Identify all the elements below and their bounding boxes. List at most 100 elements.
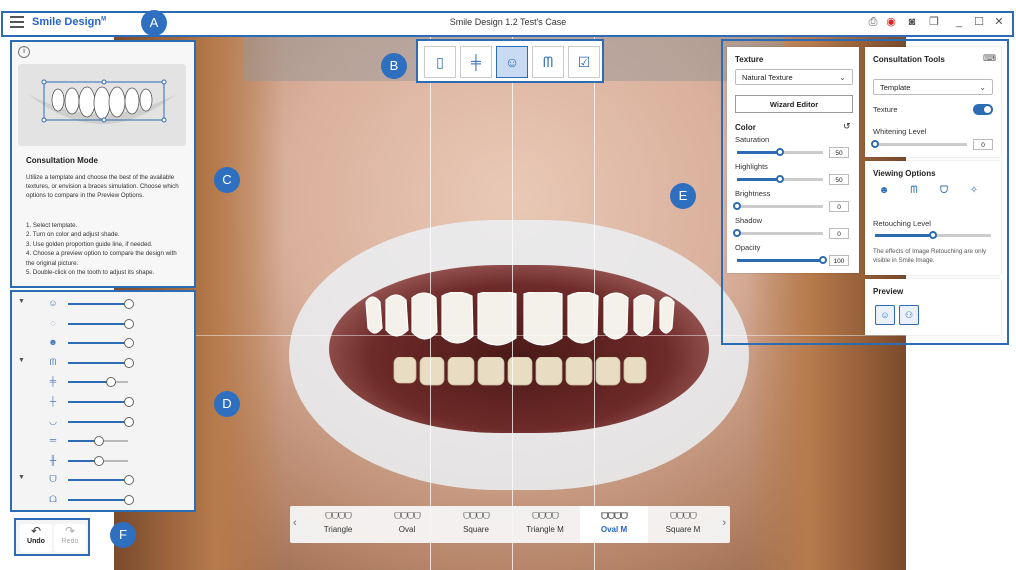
shape-option[interactable]: ᗜᗜᗜᗜ Triangle M [511,506,579,543]
lip-icon[interactable]: ◡ [46,415,60,427]
view-arch-icon[interactable]: ᗜ [933,185,955,205]
reset-icon[interactable]: ↺ [843,121,851,132]
undo-redo-panel: ↶ Undo ↷ Redo [14,518,90,556]
crosshair-icon[interactable]: ┼ [46,395,60,407]
slider-knob[interactable] [106,377,116,388]
slider-track[interactable] [68,397,134,407]
slider-knob[interactable] [124,475,134,486]
view-teeth-icon[interactable]: ᗰ [903,185,925,205]
color-slider-value[interactable]: 50 [829,147,849,158]
arch-icon[interactable]: ᗜ [46,473,60,485]
undo-button[interactable]: ↶ Undo [20,524,52,552]
expand-arrow-icon[interactable]: ▼ [18,357,25,364]
color-slider-knob[interactable] [776,148,784,156]
slider-knob[interactable] [124,318,134,329]
midline-icon[interactable]: ╪ [46,375,60,387]
slider-track[interactable] [68,475,134,486]
view-face-icon[interactable]: ☻ [873,185,895,205]
slider-fill [68,303,128,305]
color-slider-knob[interactable] [819,256,827,264]
tooth-length-icon[interactable]: ╫ [46,454,60,466]
redo-label: Redo [61,538,79,545]
shape-option[interactable]: ᗜᗜᗜᗜ Oval M [580,506,648,543]
color-slider-fill [737,151,780,154]
slider-knob[interactable] [94,436,104,447]
face-outline-icon[interactable]: ◌ [46,317,60,329]
preview-compare-icon[interactable]: ⚇ [899,305,919,325]
color-slider-knob[interactable] [733,229,741,237]
shape-option[interactable]: ᗜᗜᗜᗜ Triangle [304,506,372,543]
whitening-slider-knob[interactable] [871,140,879,148]
redo-button[interactable]: ↷ Redo [54,524,86,552]
expand-arrow-icon[interactable]: ▼ [18,298,25,305]
consultation-tool-button[interactable]: ☺ [496,46,528,78]
shape-prev-icon[interactable]: ‹ [293,517,297,529]
color-slider[interactable] [737,148,823,156]
slider-track[interactable] [68,495,134,505]
teeth-shape-icon: ᗜᗜᗜᗜ [325,511,352,521]
gum-icon[interactable]: ═ [46,434,60,446]
retouching-slider-knob[interactable] [929,231,937,239]
shape-label: Triangle [323,525,353,534]
expand-arrow-icon[interactable]: ▼ [18,474,25,481]
color-slider-value[interactable]: 0 [829,201,849,212]
teeth-row-icon[interactable]: ᗰ [46,356,60,368]
whitening-value[interactable]: 0 [973,139,993,150]
keyboard-icon[interactable]: ⌨ [983,53,996,64]
slider-fill [68,322,128,325]
slider-track[interactable] [68,455,128,466]
color-slider-value[interactable]: 50 [829,174,849,185]
preview-single-icon[interactable]: ☺ [875,305,895,325]
texture-dropdown[interactable]: Natural Texture ⌄ [735,69,853,85]
teeth-shape-icon: ᗜᗜᗜᗜ [670,511,697,521]
wizard-editor-button[interactable]: Wizard Editor [735,95,853,113]
guideline-tool-button[interactable]: ╪ [460,46,492,78]
color-slider[interactable] [733,229,823,237]
shape-option[interactable]: ᗜᗜᗜᗜ Oval [373,506,441,543]
slider-track[interactable] [68,357,134,368]
slider-track[interactable] [68,318,134,329]
color-slider-label: Highlights [735,162,768,171]
info-icon[interactable]: i [18,46,30,58]
lower-arch-icon[interactable]: ᗝ [46,493,60,505]
texture-toggle[interactable] [973,104,993,115]
chevron-down-icon: ⌄ [839,73,846,82]
color-slider[interactable] [733,202,823,210]
slider-knob[interactable] [94,455,104,466]
slider-knob[interactable] [124,495,134,505]
slider-track[interactable] [68,299,134,309]
slider-row: ═ [12,432,198,450]
retouching-slider[interactable] [875,231,991,239]
slider-fill [68,342,128,345]
slider-knob[interactable] [124,338,134,349]
slider-track[interactable] [68,416,134,427]
view-sparkle-icon[interactable]: ✧ [963,185,985,205]
whitening-slider[interactable] [871,140,967,148]
color-slider-value[interactable]: 0 [829,228,849,239]
shape-option[interactable]: ᗜᗜᗜᗜ Square [442,506,510,543]
color-slider[interactable] [737,175,823,183]
face-icon[interactable]: ☺ [46,297,60,309]
slider-knob[interactable] [124,299,134,309]
color-slider-value[interactable]: 100 [829,255,849,266]
slider-knob[interactable] [124,357,134,368]
slider-row: ▼ ᗰ [12,354,198,372]
undo-icon: ↶ [30,524,42,538]
template-dropdown[interactable]: Template ⌄ [873,79,993,95]
slider-knob[interactable] [124,416,134,427]
smile-design-overlay[interactable] [364,292,676,347]
color-slider[interactable] [737,256,827,264]
confirm-tool-button[interactable]: ☑ [568,46,600,78]
slider-knob[interactable] [124,397,134,407]
teeth-tool-button[interactable]: ᗰ [532,46,564,78]
photo-tool-button[interactable]: ▯ [424,46,456,78]
shape-next-icon[interactable]: › [722,517,726,529]
slider-track[interactable] [68,436,128,447]
shape-option[interactable]: ᗜᗜᗜᗜ Square M [649,506,717,543]
color-slider-knob[interactable] [776,175,784,183]
slider-track[interactable] [68,377,128,388]
slider-row: ◡ [12,413,198,431]
color-slider-knob[interactable] [733,202,741,210]
slider-track[interactable] [68,338,134,349]
face-front-icon[interactable]: ☻ [46,336,60,348]
